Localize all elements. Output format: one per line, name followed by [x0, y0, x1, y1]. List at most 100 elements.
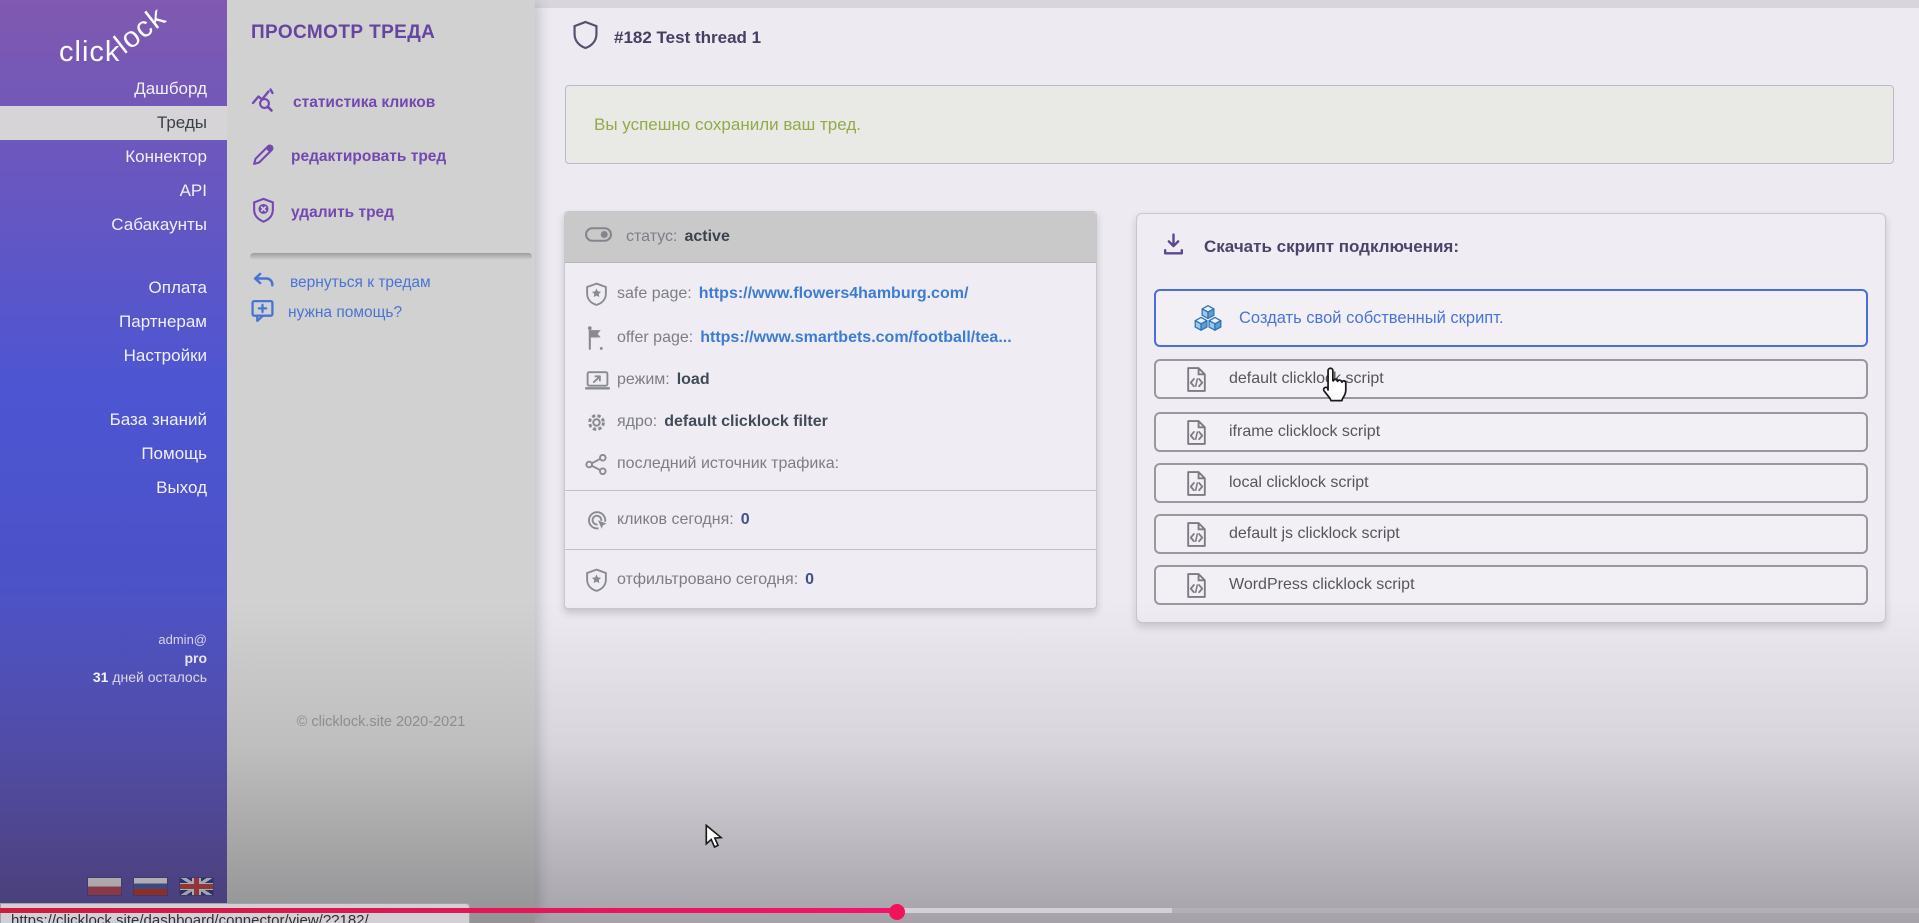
success-alert: Вы успешно сохранили ваш тред. — [565, 85, 1894, 164]
sidebar-item-partners[interactable]: Партнерам — [0, 305, 227, 339]
account-info: admin@ pro 31 дней осталось — [93, 630, 207, 687]
click-target-icon — [585, 508, 617, 533]
share-icon — [585, 454, 617, 475]
core-row: ядро: default clicklock filter — [585, 405, 1082, 439]
status-label: статус: — [626, 228, 677, 246]
flag-icon — [585, 326, 617, 351]
russia-flag-icon[interactable] — [134, 878, 167, 895]
need-help-link[interactable]: нужна помощь? — [251, 300, 402, 326]
sidebar-item-settings[interactable]: Настройки — [0, 339, 227, 373]
copyright-footer: © clicklock.site 2020-2021 — [227, 714, 535, 730]
core-value: default clicklock filter — [664, 413, 828, 431]
link-label: вернуться к тредам — [290, 274, 431, 292]
iframe-script-button[interactable]: iframe clicklock script — [1154, 412, 1868, 452]
safe-page-row: safe page: https://www.flowers4hamburg.c… — [585, 277, 1082, 311]
sidebar-item-api[interactable]: API — [0, 174, 227, 208]
file-code-icon — [1186, 521, 1207, 548]
sidebar-item-threads[interactable]: Треды — [0, 106, 227, 140]
divider — [565, 490, 1096, 491]
default-script-button[interactable]: default clicklock script — [1154, 359, 1868, 399]
help-comment-icon — [251, 299, 274, 328]
sidebar-item-payment[interactable]: Оплата — [0, 271, 227, 305]
progress-knob[interactable] — [889, 904, 905, 920]
video-progress-bar[interactable] — [0, 908, 1919, 913]
sidebar: click lock Дашборд Треды Коннектор API С… — [0, 0, 227, 923]
file-code-icon — [1186, 572, 1207, 599]
alert-message: Вы успешно сохранили ваш тред. — [594, 115, 861, 135]
create-own-script-button[interactable]: Создать свой собственный скрипт. — [1154, 289, 1868, 347]
button-label: default clicklock script — [1229, 370, 1384, 388]
sidebar-item-dashboard[interactable]: Дашборд — [0, 72, 227, 106]
browser-mode-icon — [585, 370, 617, 391]
sidebar-item-logout[interactable]: Выход — [0, 471, 227, 505]
toggle-icon — [585, 226, 612, 248]
button-label: local clicklock script — [1229, 474, 1369, 492]
download-script-panel: Скачать скрипт подключения: Создать свой… — [1136, 213, 1886, 623]
button-label: iframe clicklock script — [1229, 423, 1380, 441]
button-label: Создать свой собственный скрипт. — [1239, 309, 1504, 328]
click-stats-icon — [251, 88, 278, 118]
button-label: WordPress clicklock script — [1229, 576, 1415, 594]
progress-played — [0, 908, 897, 913]
account-days-left: 31 дней осталось — [93, 668, 207, 687]
account-plan: pro — [93, 649, 207, 668]
menu-item-label: статистика кликов — [293, 94, 435, 112]
filtered-today-value: 0 — [805, 571, 814, 589]
logo-text-click: click — [59, 36, 120, 69]
menu-item-click-stats[interactable]: статистика кликов — [251, 88, 435, 118]
offer-page-link[interactable]: https://www.smartbets.com/football/tea..… — [700, 329, 1011, 347]
divider — [565, 549, 1096, 550]
file-code-icon — [1186, 419, 1207, 446]
offer-page-row: offer page: https://www.smartbets.com/fo… — [585, 321, 1082, 355]
clicks-today-row: кликов сегодня: 0 — [585, 503, 1082, 537]
download-icon — [1161, 232, 1186, 262]
button-label: default js clicklock script — [1229, 525, 1400, 543]
clicks-today-value: 0 — [741, 511, 750, 529]
top-strip — [535, 0, 1919, 8]
file-code-icon — [1186, 366, 1207, 393]
menu-item-label: редактировать тред — [291, 148, 446, 166]
link-label: нужна помощь? — [288, 304, 402, 322]
browser-status-url: https://clicklock.site/dashboard/connect… — [0, 903, 470, 923]
uk-flag-icon[interactable] — [180, 878, 213, 895]
file-code-icon — [1186, 470, 1207, 497]
sidebar-item-knowledge-base[interactable]: База знаний — [0, 403, 227, 437]
shield-star-icon — [585, 282, 617, 307]
filtered-today-row: отфильтровано сегодня: 0 — [585, 563, 1082, 597]
app-window: click lock Дашборд Треды Коннектор API С… — [0, 0, 1919, 923]
edit-icon — [251, 142, 276, 172]
thread-status-card: статус: active safe page: https://www.fl… — [564, 211, 1097, 609]
sidebar-nav: Дашборд Треды Коннектор API Сабакаунты О… — [0, 72, 227, 505]
sidebar-item-help[interactable]: Помощь — [0, 437, 227, 471]
language-switcher — [88, 878, 213, 895]
poland-flag-icon[interactable] — [88, 878, 121, 895]
download-panel-title: Скачать скрипт подключения: — [1204, 237, 1459, 257]
mode-value: load — [677, 371, 710, 389]
menu-divider — [250, 253, 532, 260]
safe-page-link[interactable]: https://www.flowers4hamburg.com/ — [699, 285, 969, 303]
page-header: #182 Test thread 1 — [573, 20, 761, 55]
menu-item-label: удалить тред — [291, 204, 394, 222]
menu-item-delete-thread[interactable]: удалить тред — [251, 198, 394, 228]
account-email: admin@ — [93, 630, 207, 649]
sidebar-item-connector[interactable]: Коннектор — [0, 140, 227, 174]
status-header-row: статус: active — [565, 212, 1096, 263]
sidebar-item-subaccounts[interactable]: Сабакаунты — [0, 208, 227, 242]
default-js-script-button[interactable]: default js clicklock script — [1154, 514, 1868, 554]
shield-star-icon — [585, 568, 617, 593]
wordpress-script-button[interactable]: WordPress clicklock script — [1154, 565, 1868, 605]
thread-menu-title: ПРОСМОТР ТРЕДА — [251, 22, 435, 44]
delete-shield-icon — [251, 197, 276, 229]
local-script-button[interactable]: local clicklock script — [1154, 463, 1868, 503]
traffic-source-row: последний источник трафика: — [585, 447, 1082, 481]
mouse-arrow-cursor — [704, 824, 725, 855]
gear-icon — [585, 411, 617, 434]
back-to-threads-link[interactable]: вернуться к тредам — [251, 270, 431, 296]
download-panel-header: Скачать скрипт подключения: — [1161, 232, 1459, 262]
shield-icon — [573, 20, 598, 55]
cubes-icon — [1192, 304, 1224, 333]
menu-item-edit-thread[interactable]: редактировать тред — [251, 142, 446, 172]
undo-icon — [251, 271, 276, 296]
mode-row: режим: load — [585, 363, 1082, 397]
status-value: active — [684, 228, 729, 246]
